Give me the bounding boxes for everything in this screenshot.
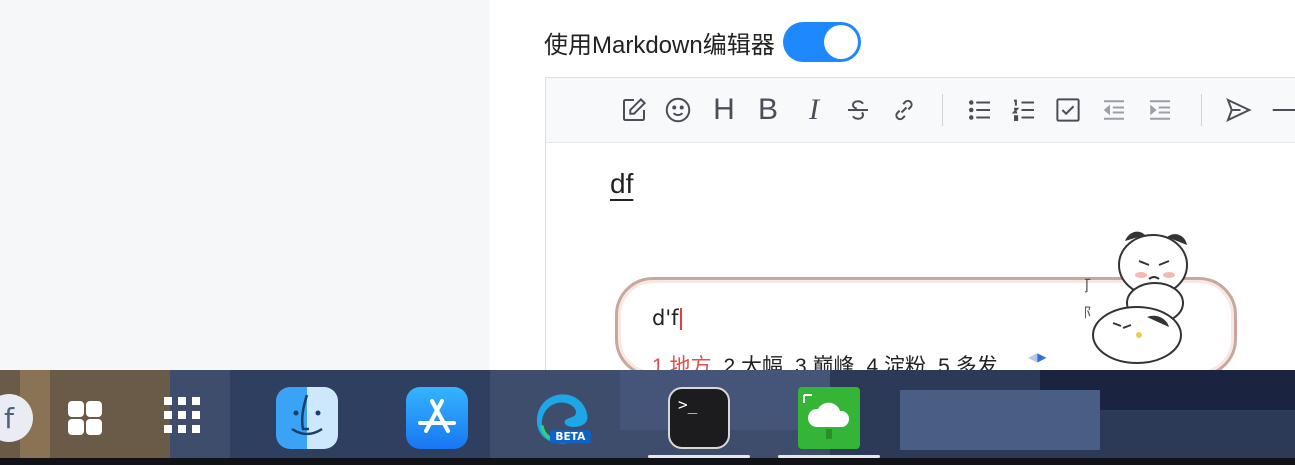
left-panel — [0, 0, 490, 370]
terminal-prompt: >_ — [678, 395, 698, 414]
terminal-icon[interactable]: >_ — [668, 387, 730, 449]
edge-beta-icon[interactable]: BETA — [532, 387, 594, 449]
heading-button[interactable]: H — [706, 92, 742, 128]
strikethrough-icon[interactable] — [840, 92, 876, 128]
cat-sticker-icon: 打 你 — [1085, 231, 1188, 364]
markdown-toggle-row: 使用Markdown编辑器 — [544, 22, 861, 62]
editor-toolbar: H B I — [546, 78, 1295, 143]
ime-caret — [679, 308, 682, 330]
outdent-icon[interactable] — [1096, 92, 1132, 128]
ime-prev-page-icon[interactable]: ◀ — [1028, 350, 1037, 364]
app-store-icon[interactable] — [406, 387, 468, 449]
task-list-icon[interactable] — [1050, 92, 1086, 128]
indent-icon[interactable] — [1142, 92, 1178, 128]
toggle-knob — [823, 25, 858, 59]
sticker-text: 你 — [1085, 302, 1091, 321]
markdown-toggle[interactable] — [782, 22, 861, 62]
sticker-text: 打 — [1085, 276, 1091, 295]
send-icon[interactable] — [1220, 92, 1256, 128]
ime-input-row: d'f — [652, 306, 682, 330]
launchpad-icon[interactable] — [154, 387, 216, 449]
link-icon[interactable] — [886, 92, 922, 128]
editor-content[interactable]: df — [610, 168, 633, 200]
svg-text:f: f — [4, 402, 15, 435]
markdown-toggle-label: 使用Markdown编辑器 — [544, 31, 775, 59]
fedora-icon[interactable]: f — [0, 387, 40, 449]
emoji-icon[interactable] — [660, 92, 696, 128]
plus-grid-icon[interactable] — [54, 387, 116, 449]
composition-text: df — [610, 168, 634, 199]
unordered-list-icon[interactable] — [962, 92, 998, 128]
cloud-monitor-icon[interactable] — [798, 387, 860, 449]
ime-page-arrows: ◀▶ — [1028, 350, 1046, 364]
ime-pinyin: d'f — [652, 306, 679, 330]
ime-next-page-icon[interactable]: ▶ — [1037, 350, 1046, 364]
bold-button[interactable]: B — [750, 92, 786, 128]
edit-icon[interactable] — [616, 92, 652, 128]
dock: f BETA >_ — [0, 370, 1295, 465]
toolbar-separator — [942, 94, 943, 126]
finder-icon[interactable] — [276, 387, 338, 449]
horizontal-rule-icon[interactable] — [1266, 92, 1295, 128]
italic-button[interactable]: I — [796, 92, 832, 128]
toolbar-separator — [1201, 94, 1202, 126]
dock-bottom-edge — [0, 458, 1295, 465]
ordered-list-icon[interactable] — [1006, 92, 1042, 128]
beta-badge: BETA — [555, 431, 586, 443]
